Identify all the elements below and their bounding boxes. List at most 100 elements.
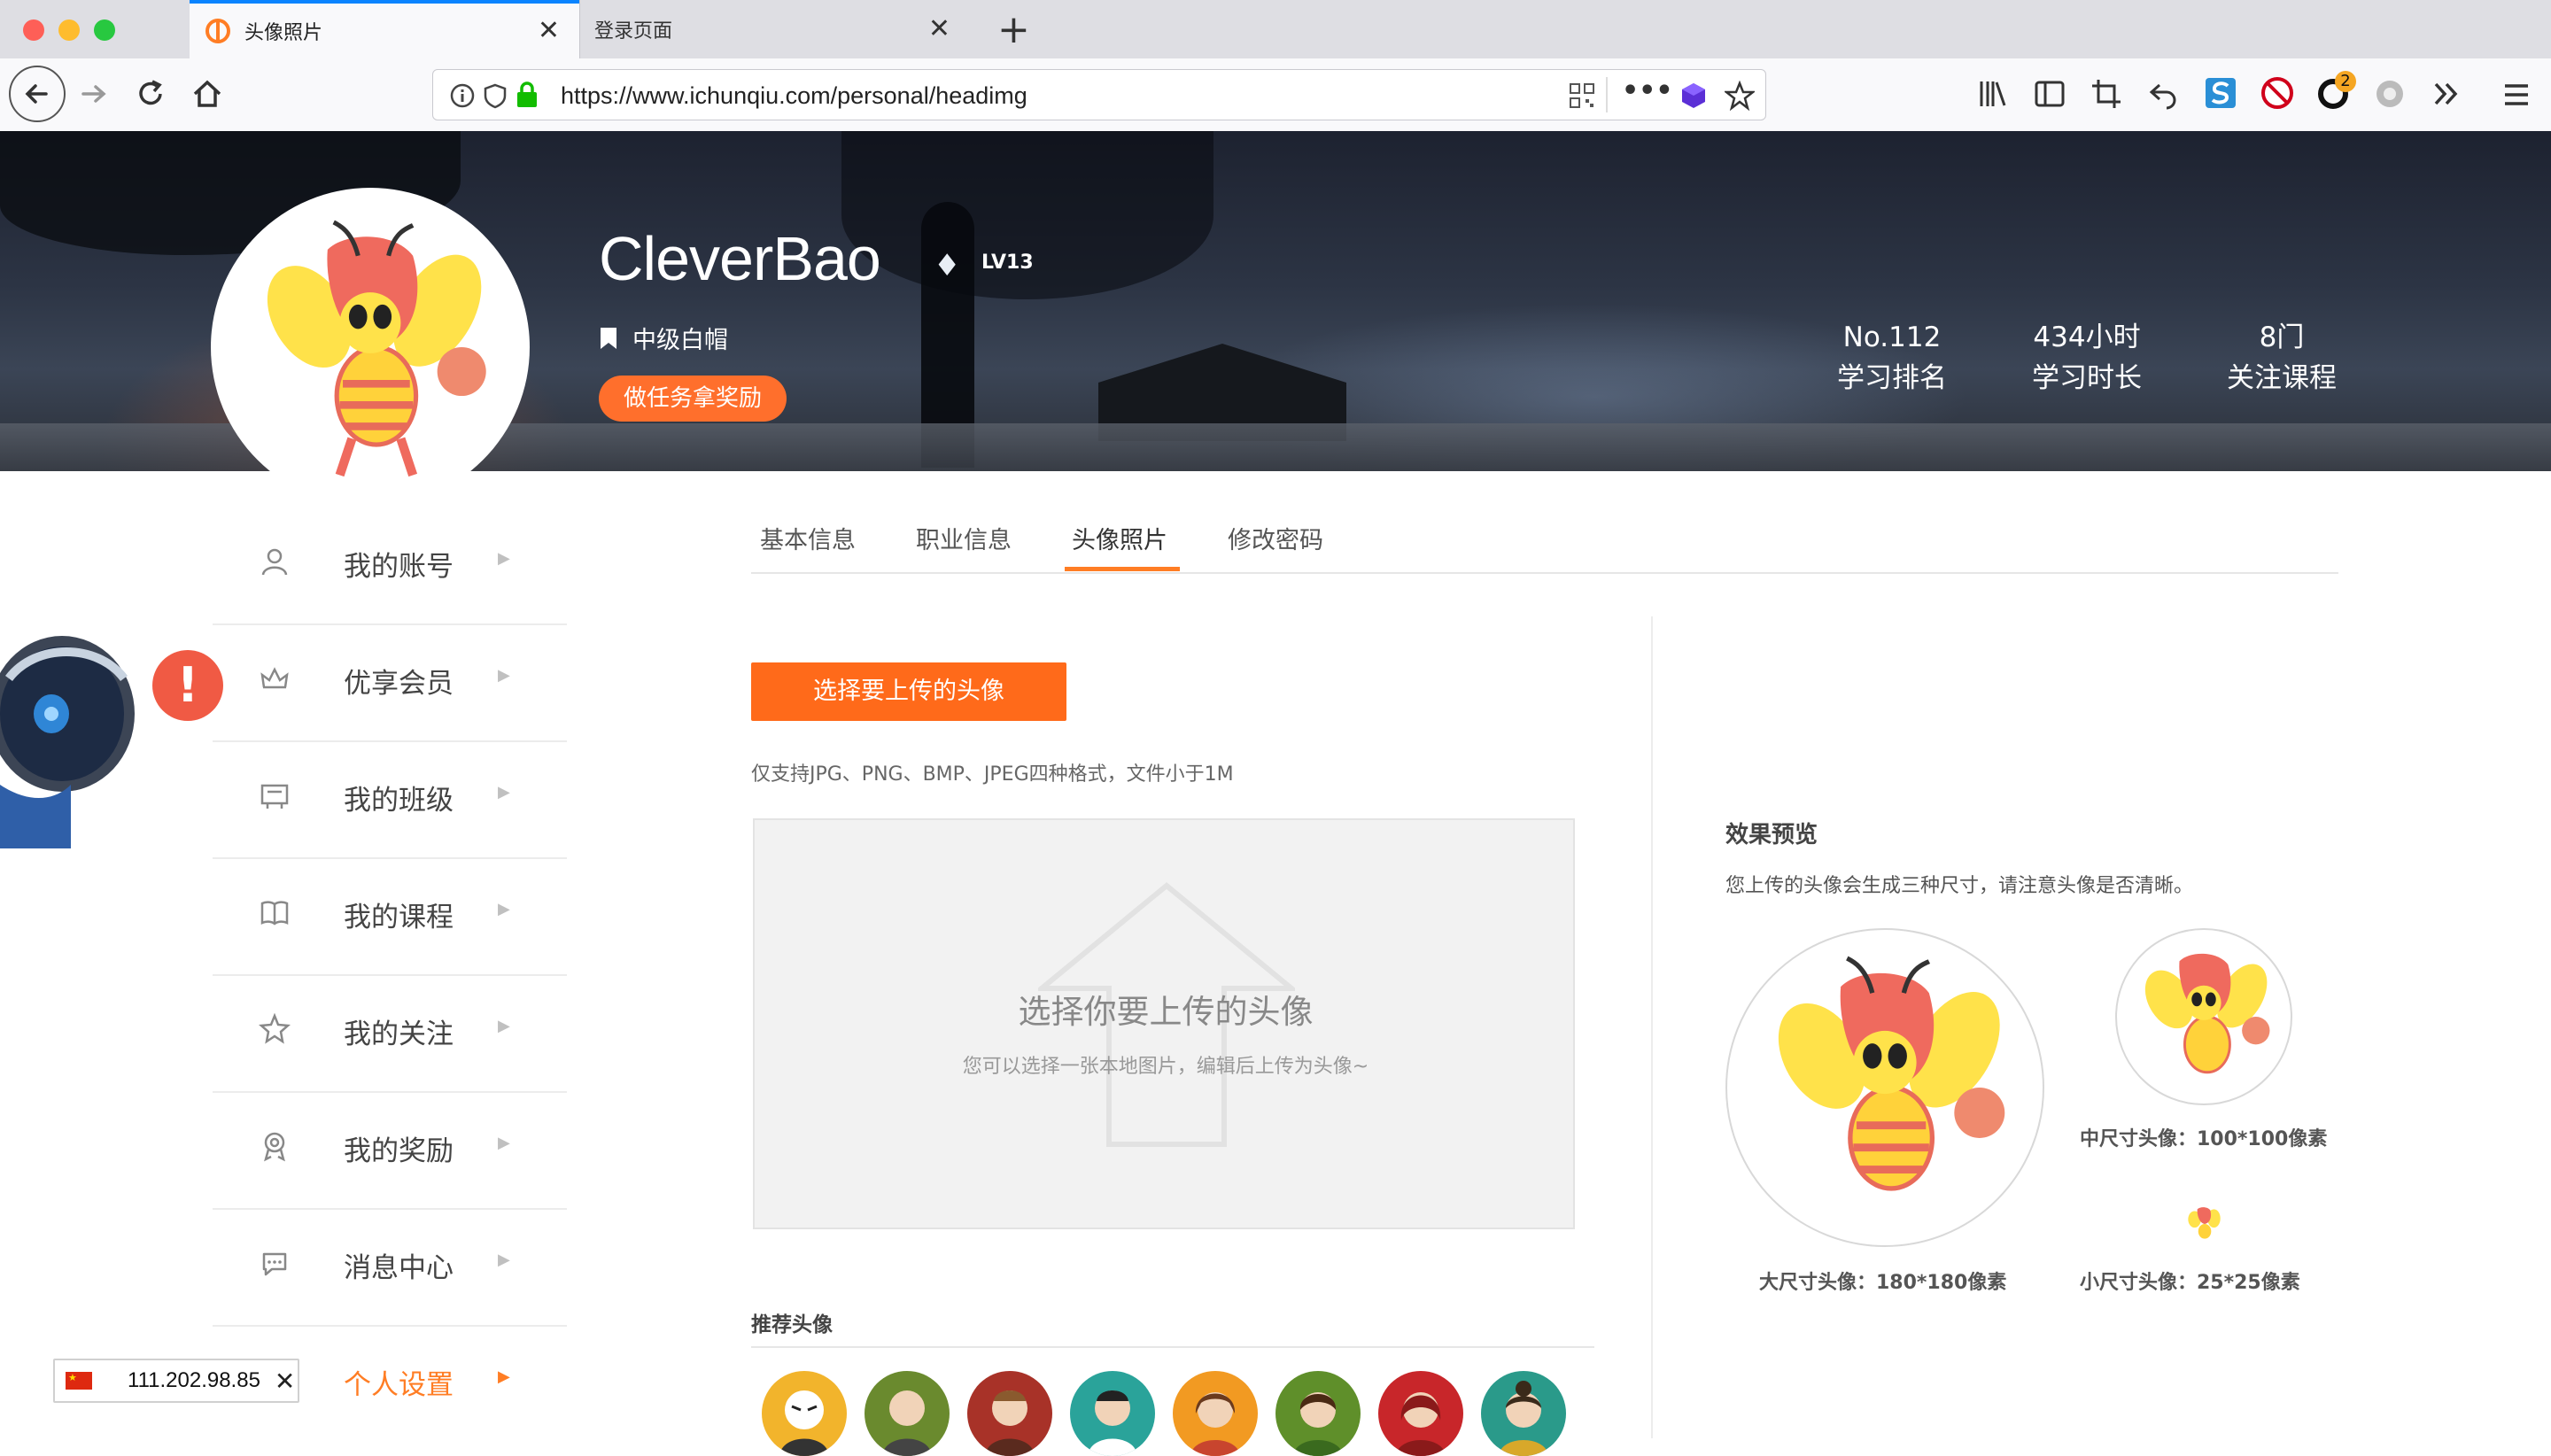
- alert-bubble-icon[interactable]: !: [152, 650, 223, 721]
- sidebar-item-class[interactable]: 我的班级 ▶: [213, 742, 567, 859]
- page-actions-icon[interactable]: •••: [1622, 75, 1673, 106]
- undo-arrow-icon[interactable]: [2147, 78, 2179, 110]
- ip-location-widget[interactable]: ★ 111.202.98.85 ✕: [53, 1359, 299, 1403]
- recommended-avatar[interactable]: [1378, 1371, 1463, 1456]
- active-tab-indicator: [1065, 567, 1180, 571]
- chevron-right-icon: ▶: [498, 1367, 510, 1386]
- recommended-avatar[interactable]: [1481, 1371, 1566, 1456]
- browser-tab-bar: 头像照片 ✕ 登录页面 ✕ +: [0, 0, 2551, 59]
- chevron-right-icon: ▶: [498, 1134, 510, 1152]
- avatar-dropzone[interactable]: 选择你要上传的头像 您可以选择一张本地图片，编辑后上传为头像~: [753, 818, 1575, 1229]
- tab-avatar-photo[interactable]: 头像照片: [1072, 521, 1167, 555]
- sidebar-item-courses[interactable]: 我的课程 ▶: [213, 859, 567, 976]
- ip-address: 111.202.98.85: [128, 1368, 260, 1392]
- forward-arrow-icon[interactable]: [76, 76, 112, 112]
- library-icon[interactable]: [1977, 78, 2009, 110]
- tab-close-icon[interactable]: ✕: [928, 16, 950, 43]
- bee-mascot-icon: [2188, 1207, 2221, 1239]
- browser-nav-bar: https://www.ichunqiu.com/personal/headim…: [0, 58, 2551, 132]
- tab-label: 头像照片: [244, 22, 323, 44]
- hamburger-menu-icon[interactable]: [2501, 80, 2532, 110]
- new-tab-button[interactable]: +: [997, 7, 1030, 52]
- chat-icon: [262, 1252, 287, 1276]
- recommended-divider: [751, 1346, 1594, 1348]
- person-icon: [985, 1390, 1035, 1456]
- chevron-right-icon: ▶: [498, 666, 510, 685]
- floating-robot-widget[interactable]: [0, 625, 142, 848]
- reload-icon[interactable]: [133, 76, 168, 112]
- close-icon[interactable]: ✕: [275, 1367, 295, 1396]
- tab-change-password[interactable]: 修改密码: [1228, 521, 1323, 555]
- tab-close-icon[interactable]: ✕: [538, 18, 560, 44]
- close-window-button[interactable]: [23, 19, 44, 41]
- grey-extension-icon[interactable]: [2374, 78, 2406, 110]
- recommended-avatar[interactable]: [1276, 1371, 1361, 1456]
- profile-avatar[interactable]: [211, 188, 530, 507]
- blocker-extension-icon[interactable]: [2260, 76, 2294, 110]
- task-reward-button[interactable]: 做任务拿奖励: [599, 376, 787, 422]
- stat-value: 434小时: [2033, 321, 2141, 353]
- profile-username: CleverBao: [599, 224, 881, 293]
- sidebar-item-account[interactable]: 我的账号 ▶: [213, 508, 567, 625]
- chevron-right-icon: ▶: [498, 1017, 510, 1035]
- profile-title-row: 中级白帽: [599, 321, 728, 355]
- sidebar-item-membership[interactable]: 优享会员 ▶: [213, 625, 567, 742]
- preview-title: 效果预览: [1725, 822, 1818, 848]
- recommended-avatar[interactable]: [762, 1371, 847, 1456]
- stat-rank[interactable]: No.112 学习排名: [1795, 317, 1989, 399]
- preview-description: 您上传的头像会生成三种尺寸，请注意头像是否清晰。: [1725, 875, 2194, 897]
- screenshot-crop-icon[interactable]: [2090, 78, 2122, 110]
- stat-followed-courses[interactable]: 8门 关注课程: [2184, 317, 2379, 399]
- select-avatar-button[interactable]: 选择要上传的头像: [751, 662, 1066, 721]
- medal-icon: [264, 1132, 285, 1162]
- tab-login[interactable]: 登录页面 ✕: [579, 0, 970, 58]
- user-icon: [261, 548, 288, 576]
- recommended-avatar[interactable]: [967, 1371, 1052, 1456]
- recommended-avatar[interactable]: [1173, 1371, 1258, 1456]
- s-extension-icon[interactable]: [2204, 76, 2237, 110]
- sidebar-item-follows[interactable]: 我的关注 ▶: [213, 976, 567, 1093]
- content-divider: [1651, 616, 1653, 1438]
- person-icon: [882, 1390, 932, 1456]
- upload-format-hint: 仅支持JPG、PNG、BMP、JPEG四种格式，文件小于1M: [751, 763, 1234, 786]
- sidebar-item-label: 优享会员: [344, 668, 454, 700]
- extension-cube-icon[interactable]: [1679, 81, 1709, 111]
- sidebar-toggle-icon[interactable]: [2034, 78, 2066, 110]
- tab-headimg[interactable]: 头像照片 ✕: [190, 0, 579, 58]
- sidebar-item-label: 消息中心: [344, 1252, 454, 1284]
- info-icon[interactable]: [449, 82, 476, 109]
- ichunqiu-favicon-icon: [205, 19, 230, 43]
- sidebar-item-label: 我的课程: [344, 902, 454, 933]
- sidebar-item-label: 我的奖励: [344, 1135, 454, 1167]
- sidebar-item-rewards[interactable]: 我的奖励 ▶: [213, 1093, 567, 1210]
- url-bar[interactable]: https://www.ichunqiu.com/personal/headim…: [432, 69, 1766, 120]
- china-flag-icon: ★: [66, 1372, 92, 1390]
- recommended-avatar[interactable]: [865, 1371, 950, 1456]
- person-icon: [1499, 1381, 1548, 1456]
- preview-medium-avatar: [2115, 928, 2292, 1105]
- tab-basic-info[interactable]: 基本信息: [760, 521, 856, 555]
- tab-career-info[interactable]: 职业信息: [916, 521, 1012, 555]
- home-icon[interactable]: [190, 76, 225, 112]
- overflow-chevrons-icon[interactable]: [2431, 78, 2462, 110]
- chevron-right-icon: ▶: [498, 549, 510, 568]
- qr-code-icon[interactable]: [1569, 82, 1595, 109]
- maximize-window-button[interactable]: [94, 19, 115, 41]
- tracking-shield-icon[interactable]: [483, 82, 508, 109]
- bee-mascot-icon: [1778, 956, 2005, 1191]
- url-text: https://www.ichunqiu.com/personal/headim…: [561, 82, 1027, 109]
- stat-study-time[interactable]: 434小时 学习时长: [1989, 317, 2184, 399]
- small-avatar-label: 小尺寸头像：25*25像素: [2080, 1272, 2300, 1294]
- stat-value: 8门: [2259, 321, 2305, 353]
- secure-lock-icon[interactable]: [515, 81, 539, 109]
- person-icon: [1396, 1392, 1446, 1456]
- bookmark-star-icon[interactable]: [1725, 81, 1755, 111]
- minimize-window-button[interactable]: [58, 19, 80, 41]
- notification-extension[interactable]: 2: [2315, 71, 2356, 113]
- sidebar-item-messages[interactable]: 消息中心 ▶: [213, 1210, 567, 1327]
- chevron-right-icon: ▶: [498, 783, 510, 802]
- back-button[interactable]: [9, 66, 66, 122]
- level-diamond-icon: ♦: [934, 248, 961, 283]
- board-icon: [260, 784, 289, 809]
- recommended-avatar[interactable]: [1070, 1371, 1155, 1456]
